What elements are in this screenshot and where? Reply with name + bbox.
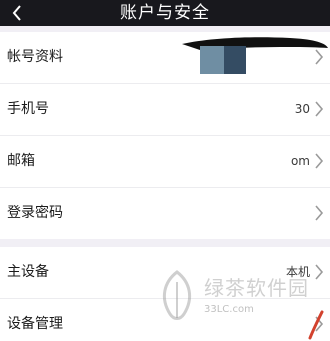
row-phone[interactable]: 手机号 30	[0, 84, 330, 136]
row-label: 设备管理	[7, 316, 63, 332]
redaction-block-dark	[224, 46, 246, 74]
account-security-screen: 账户与安全 帐号资料 手机号 30 邮箱 om 登录密码 主设备 本机 设备管理…	[0, 0, 330, 341]
redaction-block-light	[200, 46, 224, 74]
chevron-right-icon	[315, 205, 324, 221]
row-label: 手机号	[7, 101, 49, 117]
row-value: om	[290, 154, 310, 168]
row-primary-device[interactable]: 主设备 本机	[0, 247, 330, 299]
row-label: 邮箱	[7, 153, 35, 169]
row-account-profile[interactable]: 帐号资料	[0, 32, 330, 84]
row-label: 帐号资料	[7, 49, 63, 65]
row-email[interactable]: 邮箱 om	[0, 136, 330, 188]
row-value: 本机	[285, 265, 310, 279]
page-title: 账户与安全	[120, 3, 210, 23]
chevron-right-icon	[315, 316, 324, 332]
chevron-right-icon	[315, 49, 324, 65]
account-settings-group: 帐号资料 手机号 30 邮箱 om 登录密码	[0, 32, 330, 239]
device-settings-group: 主设备 本机 设备管理	[0, 247, 330, 341]
chevron-right-icon	[315, 101, 324, 117]
row-value: 30	[294, 102, 310, 116]
avatar-redacted	[200, 46, 246, 74]
chevron-right-icon	[315, 264, 324, 280]
row-device-management[interactable]: 设备管理	[0, 299, 330, 341]
chevron-right-icon	[315, 153, 324, 169]
row-label: 登录密码	[7, 205, 63, 221]
row-label: 主设备	[7, 264, 49, 280]
row-login-password[interactable]: 登录密码	[0, 188, 330, 239]
top-bar: 账户与安全	[0, 0, 330, 26]
